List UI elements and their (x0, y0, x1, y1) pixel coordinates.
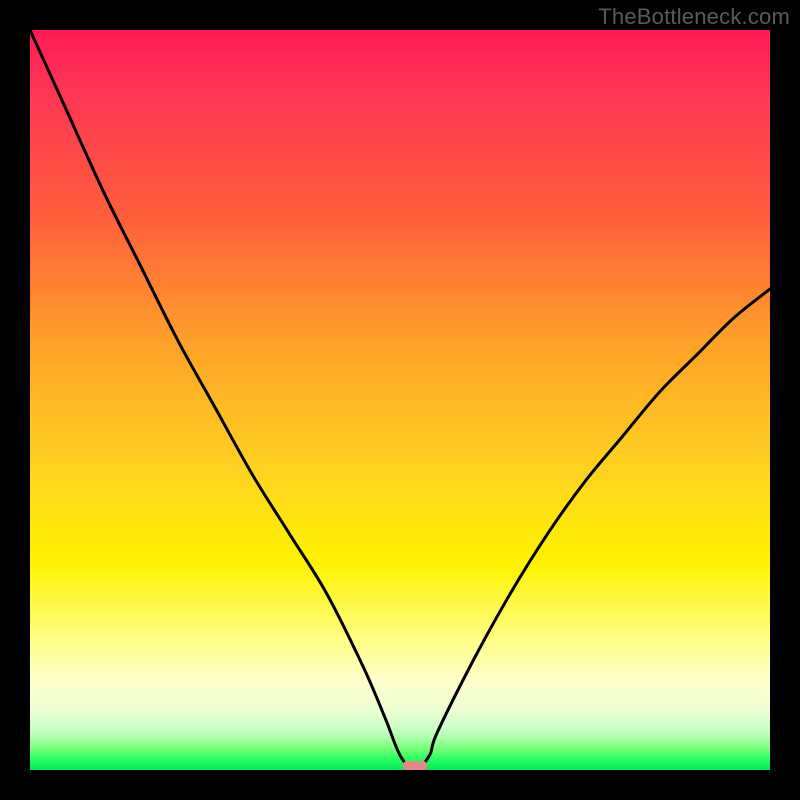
bottleneck-curve (30, 30, 770, 770)
min-marker (403, 761, 427, 770)
watermark-text: TheBottleneck.com (598, 4, 790, 30)
chart-frame: TheBottleneck.com (0, 0, 800, 800)
plot-area (30, 30, 770, 770)
